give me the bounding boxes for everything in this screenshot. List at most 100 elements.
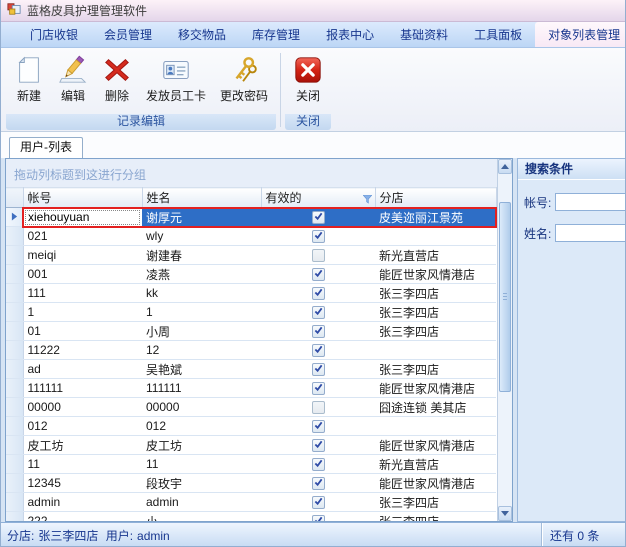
window-title: 蓝格皮具护理管理软件 xyxy=(27,2,147,19)
delete-x-icon xyxy=(102,55,132,85)
table-row[interactable]: 111111111111能匠世家风情港店 xyxy=(6,379,496,398)
valid-checkbox[interactable] xyxy=(312,401,325,414)
table-row[interactable]: 1122212 xyxy=(6,341,496,360)
ribbon-group-label: 关闭 xyxy=(285,114,331,130)
ribbon-button-label: 发放员工卡 xyxy=(146,87,206,104)
table-row[interactable]: 222小张三李四店 xyxy=(6,512,496,522)
column-header-account[interactable]: 帐号 xyxy=(23,188,142,208)
cell-name: 1 xyxy=(142,303,261,322)
valid-checkbox[interactable] xyxy=(312,382,325,395)
ribbon-button-label: 编辑 xyxy=(61,87,85,104)
cell-branch: 囧途连锁 美其店 xyxy=(375,398,496,417)
valid-checkbox[interactable] xyxy=(312,515,325,521)
scroll-down-button[interactable] xyxy=(498,506,512,521)
cell-valid xyxy=(261,284,375,303)
tab-object-list-management[interactable]: 对象列表管理 xyxy=(535,22,626,47)
change-password-button[interactable]: 更改密码 xyxy=(213,51,275,113)
tab-base-data[interactable]: 基础资料 xyxy=(387,22,461,47)
cell-name: 012 xyxy=(142,417,261,436)
cell-account: 001 xyxy=(23,265,142,284)
id-card-icon xyxy=(161,55,191,85)
close-button[interactable]: 关闭 xyxy=(286,51,330,113)
valid-checkbox[interactable] xyxy=(312,230,325,243)
valid-checkbox[interactable] xyxy=(312,439,325,452)
cell-name: kk xyxy=(142,284,261,303)
name-search-input[interactable] xyxy=(555,224,625,242)
cell-account: 01 xyxy=(23,322,142,341)
cell-name: 00000 xyxy=(142,398,261,417)
edit-button[interactable]: 编辑 xyxy=(51,51,95,113)
valid-checkbox[interactable] xyxy=(312,344,325,357)
tab-member-management[interactable]: 会员管理 xyxy=(91,22,165,47)
tab-store-cashier[interactable]: 门店收银 xyxy=(17,22,91,47)
user-table: 帐号 姓名 有效的 分店 xiehouyuan谢厚元皮美迩丽江景苑021wlym… xyxy=(6,187,497,521)
cell-name: 11 xyxy=(142,455,261,474)
cell-valid xyxy=(261,379,375,398)
cell-branch: 张三李四店 xyxy=(375,303,496,322)
table-row[interactable]: 0000000000囧途连锁 美其店 xyxy=(6,398,496,417)
table-row[interactable]: 1111新光直营店 xyxy=(6,455,496,474)
tab-user-list[interactable]: 用户-列表 xyxy=(9,137,83,158)
tab-item-transfer[interactable]: 移交物品 xyxy=(165,22,239,47)
tab-tool-panel[interactable]: 工具面板 xyxy=(461,22,535,47)
valid-checkbox[interactable] xyxy=(312,363,325,376)
scrollbar-track[interactable] xyxy=(498,174,512,506)
cell-name: 皮工坊 xyxy=(142,436,261,455)
column-header-name[interactable]: 姓名 xyxy=(142,188,261,208)
valid-checkbox[interactable] xyxy=(312,325,325,338)
valid-checkbox[interactable] xyxy=(312,458,325,471)
cell-valid xyxy=(261,265,375,284)
row-indicator-cell xyxy=(6,398,23,417)
table-row[interactable]: 01小周张三李四店 xyxy=(6,322,496,341)
table-row[interactable]: 12345段玫宇能匠世家风情港店 xyxy=(6,474,496,493)
table-row[interactable]: 111kk张三李四店 xyxy=(6,284,496,303)
cell-name: 111111 xyxy=(142,379,261,398)
table-row[interactable]: 皮工坊皮工坊能匠世家风情港店 xyxy=(6,436,496,455)
valid-checkbox[interactable] xyxy=(312,420,325,433)
column-header-branch[interactable]: 分店 xyxy=(375,188,496,208)
valid-checkbox[interactable] xyxy=(312,496,325,509)
table-row[interactable]: 11 张三李四店 xyxy=(6,303,496,322)
tab-inventory[interactable]: 库存管理 xyxy=(239,22,313,47)
issue-staff-card-button[interactable]: 发放员工卡 xyxy=(139,51,213,113)
table-row[interactable]: 021wly xyxy=(6,227,496,246)
valid-checkbox[interactable] xyxy=(312,211,325,224)
table-row[interactable]: 012012 xyxy=(6,417,496,436)
valid-checkbox[interactable] xyxy=(312,306,325,319)
valid-checkbox[interactable] xyxy=(312,249,325,262)
cell-branch: 新光直营店 xyxy=(375,246,496,265)
valid-checkbox[interactable] xyxy=(312,287,325,300)
valid-checkbox[interactable] xyxy=(312,477,325,490)
vertical-scrollbar[interactable] xyxy=(497,159,512,521)
scroll-up-button[interactable] xyxy=(498,159,512,174)
row-indicator-cell xyxy=(6,208,23,227)
filter-icon[interactable] xyxy=(363,193,372,207)
account-search-input[interactable] xyxy=(555,193,625,211)
cell-account: 021 xyxy=(23,227,142,246)
scrollbar-thumb[interactable] xyxy=(499,202,511,392)
ribbon: 新建编辑 删除发放员工卡更改密码 记录编辑 关闭 关闭 xyxy=(1,48,625,132)
table-row[interactable]: ad吴艳斌张三李四店 xyxy=(6,360,496,379)
search-field-name: 姓名: xyxy=(524,224,625,242)
cell-valid xyxy=(261,455,375,474)
table-row[interactable]: meiqi谢建春新光直营店 xyxy=(6,246,496,265)
cell-branch: 能匠世家风情港店 xyxy=(375,265,496,284)
table-row[interactable]: adminadmin张三李四店 xyxy=(6,493,496,512)
table-row[interactable]: xiehouyuan谢厚元皮美迩丽江景苑 xyxy=(6,208,496,227)
status-remaining: 还有 0 条 xyxy=(541,523,626,547)
group-by-hint[interactable]: 拖动列标题到这进行分组 xyxy=(6,159,497,187)
tab-report-center[interactable]: 报表中心 xyxy=(313,22,387,47)
ribbon-group-label: 记录编辑 xyxy=(6,114,276,130)
ribbon-button-label: 删除 xyxy=(105,87,129,104)
valid-checkbox[interactable] xyxy=(312,268,325,281)
new-button[interactable]: 新建 xyxy=(7,51,51,113)
row-indicator-cell xyxy=(6,322,23,341)
ribbon-separator xyxy=(280,53,281,127)
row-indicator-cell xyxy=(6,227,23,246)
cell-account: 1 xyxy=(23,303,142,322)
table-row[interactable]: 001凌燕能匠世家风情港店 xyxy=(6,265,496,284)
column-header-valid[interactable]: 有效的 xyxy=(261,188,375,208)
cell-name: 吴艳斌 xyxy=(142,360,261,379)
cell-account: ad xyxy=(23,360,142,379)
delete-button[interactable]: 删除 xyxy=(95,51,139,113)
